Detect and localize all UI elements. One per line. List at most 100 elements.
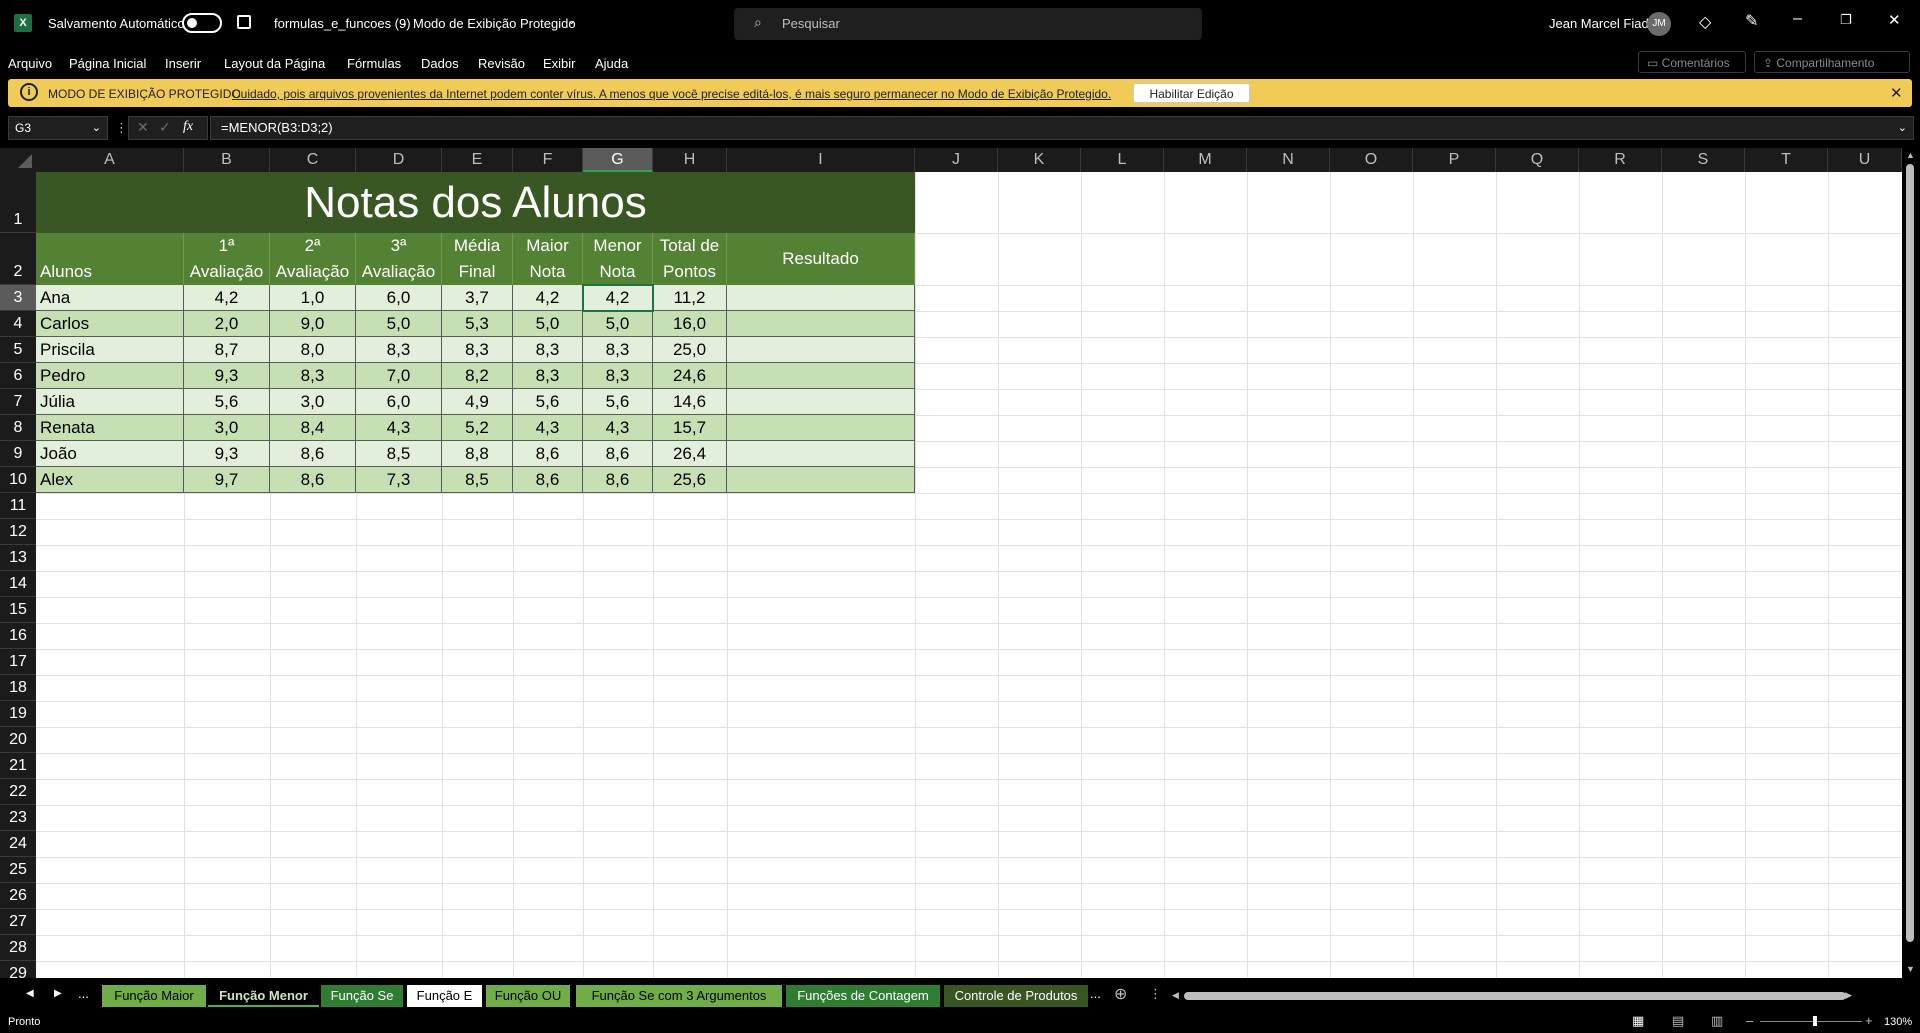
formula-input[interactable]: =MENOR(B3:D3;2) ⌄ bbox=[210, 116, 1914, 140]
data-cell-b8[interactable]: 3,0 bbox=[184, 415, 270, 441]
file-name[interactable]: formulas_e_funcoes (9) bbox=[274, 16, 411, 31]
horizontal-scroll-thumb[interactable] bbox=[1184, 992, 1846, 1000]
zoom-out-icon[interactable]: – bbox=[1746, 1013, 1753, 1028]
column-header-j[interactable]: J bbox=[915, 148, 998, 172]
header-alunos[interactable]: Alunos bbox=[36, 233, 184, 285]
row-header-14[interactable]: 14 bbox=[0, 571, 36, 597]
row-header-22[interactable]: 22 bbox=[0, 779, 36, 805]
chevron-down-icon[interactable]: ⌄ bbox=[92, 117, 101, 139]
row-header-24[interactable]: 24 bbox=[0, 831, 36, 857]
row-header-19[interactable]: 19 bbox=[0, 701, 36, 727]
zoom-slider-thumb[interactable] bbox=[1813, 1016, 1817, 1026]
data-cell-c8[interactable]: 8,4 bbox=[270, 415, 356, 441]
row-header-5[interactable]: 5 bbox=[0, 337, 36, 363]
data-cell-a8[interactable]: Renata bbox=[36, 415, 184, 441]
data-cell-c6[interactable]: 8,3 bbox=[270, 363, 356, 389]
menu-item-formulas[interactable]: Fórmulas bbox=[347, 56, 401, 71]
data-cell-f7[interactable]: 5,6 bbox=[513, 389, 583, 415]
data-cell-e3[interactable]: 3,7 bbox=[442, 285, 513, 311]
prev-sheet-icon[interactable]: ◀ bbox=[26, 988, 34, 999]
row-header-7[interactable]: 7 bbox=[0, 389, 36, 415]
minimize-icon[interactable]: – bbox=[1793, 10, 1802, 28]
scroll-right-icon[interactable]: ▶ bbox=[1845, 990, 1852, 1001]
data-cell-c10[interactable]: 8,6 bbox=[270, 467, 356, 493]
tab-funcao-menor[interactable]: Função Menor bbox=[208, 985, 319, 1007]
header-media-final[interactable]: Média Final bbox=[442, 233, 513, 285]
enable-editing-button[interactable]: Habilitar Edição bbox=[1133, 83, 1250, 103]
data-cell-h8[interactable]: 15,7 bbox=[653, 415, 727, 441]
chevron-down-icon[interactable]: ⌄ bbox=[567, 14, 576, 27]
column-header-m[interactable]: M bbox=[1164, 148, 1247, 172]
search-box[interactable]: ⌕ Pesquisar bbox=[734, 8, 1202, 40]
autosave-toggle[interactable] bbox=[182, 13, 222, 33]
column-header-k[interactable]: K bbox=[998, 148, 1081, 172]
zoom-in-icon[interactable]: + bbox=[1865, 1013, 1873, 1028]
menu-item-arquivo[interactable]: Arquivo bbox=[8, 56, 52, 71]
data-cell-a4[interactable]: Carlos bbox=[36, 311, 184, 337]
data-cell-f6[interactable]: 8,3 bbox=[513, 363, 583, 389]
add-sheet-icon[interactable]: ⊕ bbox=[1114, 984, 1127, 1004]
row-header-16[interactable]: 16 bbox=[0, 623, 36, 649]
data-cell-b6[interactable]: 9,3 bbox=[184, 363, 270, 389]
data-cell-i8[interactable] bbox=[727, 415, 915, 441]
row-header-11[interactable]: 11 bbox=[0, 493, 36, 519]
column-header-r[interactable]: R bbox=[1579, 148, 1662, 172]
column-header-q[interactable]: Q bbox=[1496, 148, 1579, 172]
data-cell-d10[interactable]: 7,3 bbox=[356, 467, 442, 493]
row-header-2[interactable]: 2 bbox=[0, 233, 36, 285]
row-header-18[interactable]: 18 bbox=[0, 675, 36, 701]
avatar[interactable]: JM bbox=[1647, 12, 1671, 36]
row-header-29[interactable]: 29 bbox=[0, 961, 36, 978]
data-cell-c5[interactable]: 8,0 bbox=[270, 337, 356, 363]
zoom-slider[interactable] bbox=[1760, 1016, 1862, 1026]
restore-icon[interactable]: ❐ bbox=[1840, 12, 1852, 28]
data-cell-a6[interactable]: Pedro bbox=[36, 363, 184, 389]
column-header-b[interactable]: B bbox=[184, 148, 270, 172]
data-cell-g8[interactable]: 4,3 bbox=[583, 415, 653, 441]
row-header-6[interactable]: 6 bbox=[0, 363, 36, 389]
data-cell-f3[interactable]: 4,2 bbox=[513, 285, 583, 311]
header-maior-nota[interactable]: Maior Nota bbox=[513, 233, 583, 285]
header-total-pontos[interactable]: Total de Pontos bbox=[653, 233, 727, 285]
row-header-9[interactable]: 9 bbox=[0, 441, 36, 467]
vertical-scroll-thumb[interactable] bbox=[1906, 164, 1914, 942]
column-header-n[interactable]: N bbox=[1247, 148, 1330, 172]
save-icon[interactable] bbox=[237, 15, 251, 29]
data-cell-c4[interactable]: 9,0 bbox=[270, 311, 356, 337]
horizontal-scrollbar[interactable]: ◀ ▶ bbox=[1172, 990, 1852, 1002]
column-header-o[interactable]: O bbox=[1330, 148, 1413, 172]
expand-formula-icon[interactable]: ⌄ bbox=[1898, 117, 1907, 139]
row-header-23[interactable]: 23 bbox=[0, 805, 36, 831]
row-header-8[interactable]: 8 bbox=[0, 415, 36, 441]
data-cell-f5[interactable]: 8,3 bbox=[513, 337, 583, 363]
tab-funcao-maior[interactable]: Função Maior bbox=[102, 985, 206, 1007]
tab-funcao-se[interactable]: Função Se bbox=[321, 985, 403, 1007]
data-cell-e5[interactable]: 8,3 bbox=[442, 337, 513, 363]
column-header-f[interactable]: F bbox=[513, 148, 583, 172]
data-cell-f4[interactable]: 5,0 bbox=[513, 311, 583, 337]
data-cell-f8[interactable]: 4,3 bbox=[513, 415, 583, 441]
tab-funcoes-de-contagem[interactable]: Funções de Contagem bbox=[786, 985, 940, 1007]
column-header-a[interactable]: A bbox=[36, 148, 184, 172]
share-button[interactable]: ⇪ Compartilhamento bbox=[1754, 51, 1910, 73]
column-header-u[interactable]: U bbox=[1828, 148, 1902, 172]
tab-controle-de-produtos[interactable]: Controle de Produtos bbox=[944, 985, 1088, 1007]
data-cell-i6[interactable] bbox=[727, 363, 915, 389]
sheet-title-cell[interactable]: Notas dos Alunos bbox=[36, 172, 915, 233]
header-avaliacao-2[interactable]: 2ª Avaliação bbox=[270, 233, 356, 285]
column-header-i[interactable]: I bbox=[727, 148, 915, 172]
data-cell-b5[interactable]: 8,7 bbox=[184, 337, 270, 363]
data-cell-i10[interactable] bbox=[727, 467, 915, 493]
data-cell-i3[interactable] bbox=[727, 285, 915, 311]
data-cell-g7[interactable]: 5,6 bbox=[583, 389, 653, 415]
scroll-up-icon[interactable]: ▲ bbox=[1906, 150, 1915, 160]
menu-item-inserir[interactable]: Inserir bbox=[165, 56, 201, 71]
cancel-icon[interactable]: ✕ bbox=[137, 119, 149, 136]
tab-funcao-se-3-argumentos[interactable]: Função Se com 3 Argumentos bbox=[576, 985, 782, 1007]
data-cell-c3[interactable]: 1,0 bbox=[270, 285, 356, 311]
row-header-13[interactable]: 13 bbox=[0, 545, 36, 571]
data-cell-b9[interactable]: 9,3 bbox=[184, 441, 270, 467]
data-cell-d9[interactable]: 8,5 bbox=[356, 441, 442, 467]
data-cell-a3[interactable]: Ana bbox=[36, 285, 184, 311]
vertical-scrollbar[interactable]: ▲ ▼ bbox=[1902, 148, 1920, 978]
